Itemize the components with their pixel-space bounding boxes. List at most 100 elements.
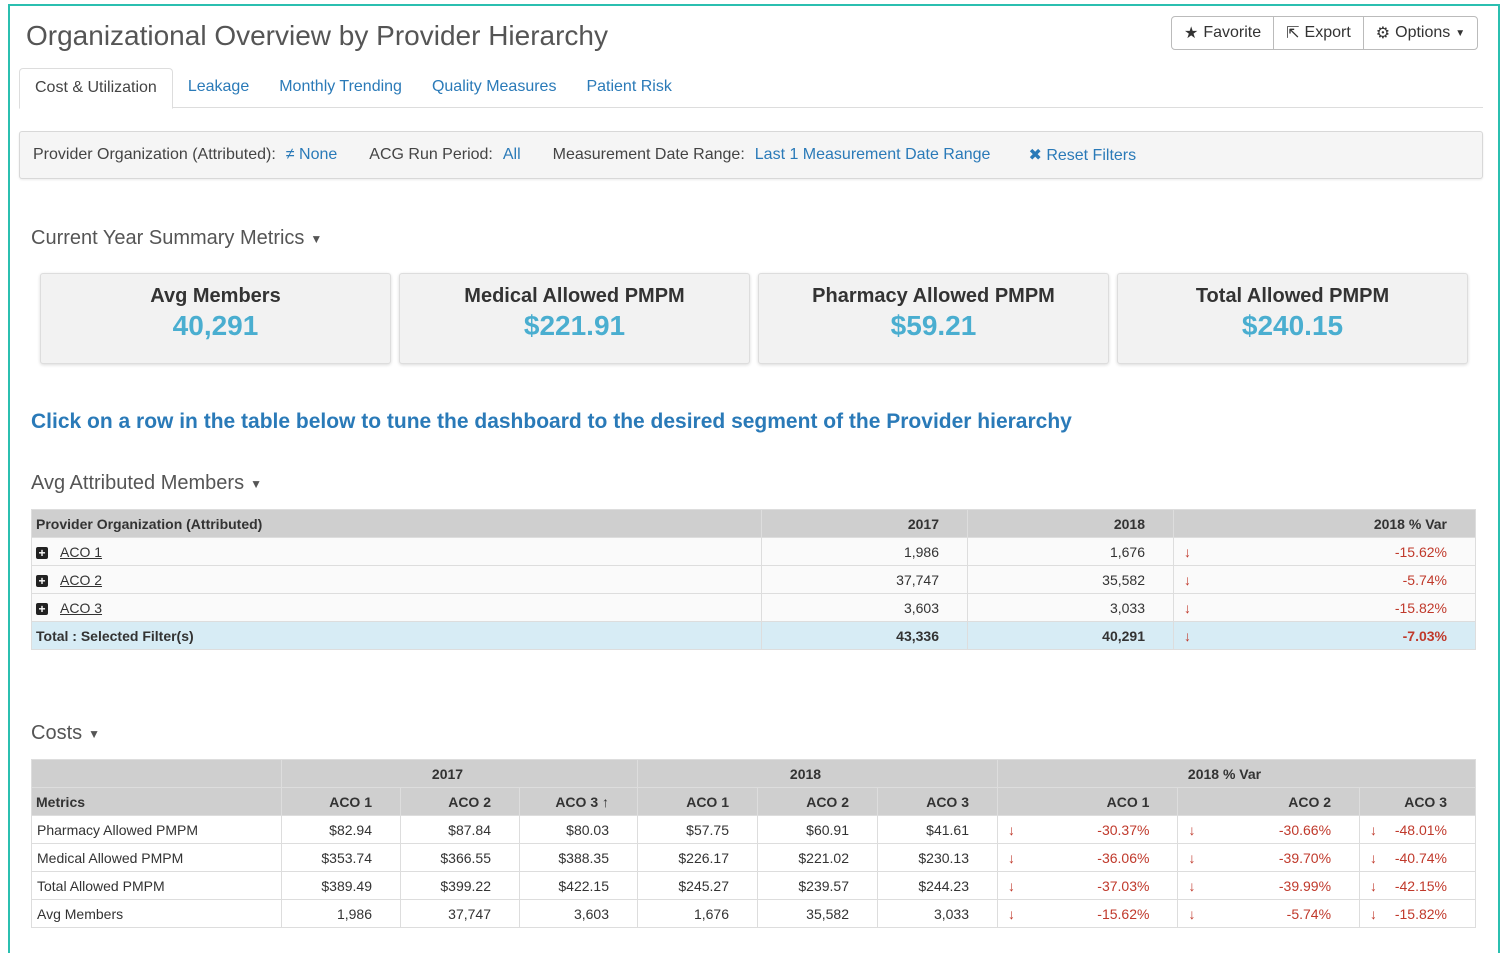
gear-icon: ⚙ <box>1375 25 1391 42</box>
group-header-var: 2018 % Var <box>997 759 1476 788</box>
cell-2017-aco1: $389.49 <box>281 871 401 900</box>
cell-var-aco2: -30.66% <box>1209 815 1361 844</box>
cell-var-aco1: -15.62% <box>1028 899 1179 928</box>
column-header-2017[interactable]: 2017 <box>761 509 968 538</box>
export-button[interactable]: ⇱ Export <box>1274 17 1364 49</box>
provider-link[interactable]: ACO 1 <box>60 544 102 560</box>
reset-filters-link[interactable]: ✖ Reset Filters <box>1028 145 1136 165</box>
metric-name: Medical Allowed PMPM <box>31 843 282 872</box>
cell-2017-aco2: 37,747 <box>400 899 520 928</box>
expand-icon[interactable]: + <box>36 546 48 559</box>
table-row[interactable]: + ACO 2 37,747 35,582 ↓ -5.74% <box>31 565 1476 594</box>
provider-filter-value[interactable]: ≠ None <box>286 146 337 164</box>
export-icon: ⇱ <box>1286 25 1300 42</box>
members-table: Provider Organization (Attributed) 2017 … <box>31 509 1476 650</box>
column-header-2018-aco3[interactable]: ACO 3 <box>877 787 998 816</box>
provider-link[interactable]: ACO 2 <box>60 572 102 588</box>
acg-filter-value[interactable]: All <box>503 146 521 164</box>
var-value: -5.74% <box>1402 571 1447 588</box>
provider-link[interactable]: ACO 3 <box>60 600 102 616</box>
favorite-button[interactable]: ★ Favorite <box>1172 17 1275 49</box>
arrow-down-icon: ↓ <box>1359 815 1380 844</box>
column-header-2018-aco2[interactable]: ACO 2 <box>757 787 878 816</box>
table-row[interactable]: + ACO 1 1,986 1,676 ↓ -15.62% <box>31 537 1476 566</box>
summary-section-title[interactable]: Current Year Summary Metrics ▼ <box>31 227 322 250</box>
metric-card-pharmacy-allowed: Pharmacy Allowed PMPM $59.21 <box>758 273 1109 364</box>
table-row[interactable]: Avg Members 1,986 37,747 3,603 1,676 35,… <box>31 899 1477 928</box>
column-header-2018[interactable]: 2018 <box>967 509 1174 538</box>
tab-quality-measures[interactable]: Quality Measures <box>417 68 572 108</box>
cell-2018-aco1: 1,676 <box>637 899 758 928</box>
star-icon: ★ <box>1184 25 1199 42</box>
table-row[interactable]: + ACO 3 3,603 3,033 ↓ -15.82% <box>31 593 1476 622</box>
cell-2018-aco2: $60.91 <box>757 815 878 844</box>
arrow-down-icon: ↓ <box>1177 871 1210 900</box>
expand-icon[interactable]: + <box>36 602 48 615</box>
cell-var-aco2: -39.70% <box>1209 843 1361 872</box>
filter-bar: Provider Organization (Attributed): ≠ No… <box>19 131 1483 179</box>
cell-var-aco3: -48.01% <box>1379 815 1477 844</box>
cell-2018-aco2: $239.57 <box>757 871 878 900</box>
arrow-down-icon: ↓ <box>1359 899 1380 928</box>
arrow-down-icon: ↓ <box>1184 571 1191 588</box>
caret-down-icon: ▼ <box>250 476 262 491</box>
card-value: $221.91 <box>523 310 626 341</box>
cell-2017-aco2: $366.55 <box>400 843 520 872</box>
column-header-var-aco1[interactable]: ACO 1 <box>996 787 1179 816</box>
cell-2017: 37,747 <box>761 565 968 594</box>
metric-card-avg-members: Avg Members 40,291 <box>40 273 391 364</box>
date-filter-value[interactable]: Last 1 Measurement Date Range <box>755 146 991 164</box>
cell-2018-aco3: 3,033 <box>877 899 998 928</box>
page-title: Organizational Overview by Provider Hier… <box>26 20 608 51</box>
card-value: $240.15 <box>1241 310 1344 341</box>
column-header-2017-aco2[interactable]: ACO 2 <box>400 787 520 816</box>
table-header-row: Provider Organization (Attributed) 2017 … <box>31 509 1476 538</box>
cell-2017: 43,336 <box>761 621 968 650</box>
total-label: Total : Selected Filter(s) <box>31 621 762 650</box>
group-header-blank <box>31 759 282 788</box>
cell-2018-aco1: $226.17 <box>637 843 758 872</box>
cell-2018: 1,676 <box>967 537 1174 566</box>
expand-icon[interactable]: + <box>36 574 48 587</box>
table-row[interactable]: Pharmacy Allowed PMPM $82.94 $87.84 $80.… <box>31 815 1477 844</box>
column-header-2017-aco3[interactable]: ACO 3 ↑ <box>519 787 638 816</box>
hint-text: Click on a row in the table below to tun… <box>31 410 1072 433</box>
table-row[interactable]: Total Allowed PMPM $389.49 $399.22 $422.… <box>31 871 1477 900</box>
cell-var-aco3: -40.74% <box>1379 843 1477 872</box>
column-header-metrics[interactable]: Metrics <box>31 787 282 816</box>
column-header-2017-aco1[interactable]: ACO 1 <box>281 787 401 816</box>
column-header-2018-aco1[interactable]: ACO 1 <box>637 787 758 816</box>
table-group-header-row: 2017 2018 2018 % Var <box>31 759 1476 788</box>
card-label: Avg Members <box>150 285 281 307</box>
cell-var: ↓ -7.03% <box>1173 621 1476 650</box>
options-button[interactable]: ⚙ Options ▼ <box>1364 17 1477 49</box>
sort-up-icon: ↑ <box>602 793 609 810</box>
group-header-2017: 2017 <box>281 759 638 788</box>
table-header-row: Metrics ACO 1 ACO 2 ACO 3 ↑ ACO 1 ACO 2 … <box>31 787 1476 816</box>
tab-patient-risk[interactable]: Patient Risk <box>571 68 686 108</box>
cell-2018: 3,033 <box>967 593 1174 622</box>
cell-var-aco1: -30.37% <box>1028 815 1179 844</box>
arrow-down-icon: ↓ <box>997 843 1029 872</box>
cell-2017: 1,986 <box>761 537 968 566</box>
table-total-row[interactable]: Total : Selected Filter(s) 43,336 40,291… <box>31 621 1476 650</box>
arrow-down-icon: ↓ <box>1184 599 1191 616</box>
close-icon: ✖ <box>1028 147 1042 164</box>
tab-leakage[interactable]: Leakage <box>173 68 264 108</box>
costs-table: 2017 2018 2018 % Var Metrics ACO 1 ACO 2… <box>31 759 1477 928</box>
column-header-var-aco3[interactable]: ACO 3 <box>1359 787 1476 816</box>
caret-down-icon: ▼ <box>1455 27 1466 39</box>
options-label: Options <box>1395 24 1451 41</box>
card-label: Total Allowed PMPM <box>1195 285 1390 307</box>
column-header-provider[interactable]: Provider Organization (Attributed) <box>31 509 762 538</box>
members-section-title[interactable]: Avg Attributed Members ▼ <box>31 472 262 495</box>
cell-2017: 3,603 <box>761 593 968 622</box>
tab-cost-utilization[interactable]: Cost & Utilization <box>19 68 173 109</box>
cell-2017-aco3: $388.35 <box>519 843 638 872</box>
column-header-var-aco2[interactable]: ACO 2 <box>1177 787 1361 816</box>
column-header-var[interactable]: 2018 % Var <box>1173 509 1476 538</box>
table-row[interactable]: Medical Allowed PMPM $353.74 $366.55 $38… <box>31 843 1477 872</box>
cell-var: ↓ -15.82% <box>1173 593 1476 622</box>
costs-section-title[interactable]: Costs ▼ <box>31 722 100 745</box>
tab-monthly-trending[interactable]: Monthly Trending <box>264 68 417 108</box>
